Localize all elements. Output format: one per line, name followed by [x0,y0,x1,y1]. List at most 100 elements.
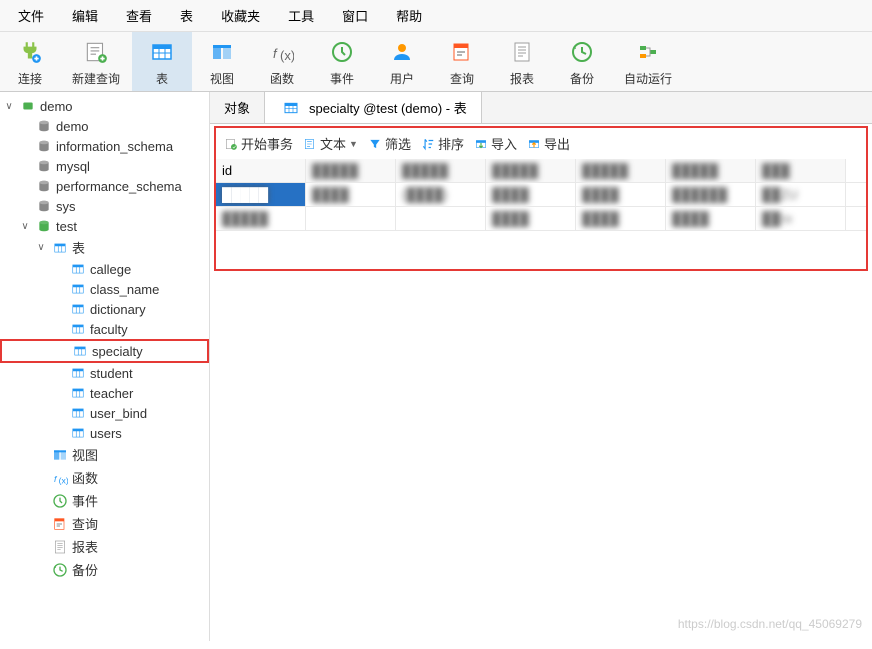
svg-text:f: f [273,46,278,61]
tblbtn-tx-icon[interactable]: 开始事务 [224,134,293,153]
tree-toggle[interactable]: ∨ [34,242,48,253]
toolbar-label: 报表 [510,70,534,87]
tree-specialty[interactable]: specialty [0,339,209,363]
tree-toggle[interactable]: ∨ [18,221,32,232]
col-header[interactable]: █████ [396,159,486,182]
view-icon [208,38,236,66]
tableitem-icon [70,321,86,337]
data-grid[interactable]: id█████████████████████████████████████(… [216,159,866,269]
menu-文件[interactable]: 文件 [4,2,58,29]
cell[interactable]: █████ [216,183,306,206]
tree-sys[interactable]: sys [0,196,209,216]
tree-label: callege [90,262,131,277]
toolbar-view-icon[interactable]: 视图 [192,32,252,91]
col-header[interactable]: █████ [666,159,756,182]
event-icon [52,493,68,509]
tree-函数[interactable]: f(x)函数 [0,466,209,489]
cell[interactable]: ████ [576,207,666,230]
menu-表[interactable]: 表 [166,2,207,29]
toolbar-event-icon[interactable]: 事件 [312,32,372,91]
toolbar-newquery-icon[interactable]: 新建查询 [60,32,132,91]
cell[interactable] [396,207,486,230]
toolbar-label: 视图 [210,70,234,87]
tree-student[interactable]: student [0,363,209,383]
tblbtn-export-icon[interactable]: 导出 [527,134,570,153]
tree-label: 备份 [72,560,98,579]
tree-报表[interactable]: 报表 [0,535,209,558]
tree-class_name[interactable]: class_name [0,279,209,299]
cell[interactable]: █████ [216,207,306,230]
menu-窗口[interactable]: 窗口 [328,2,382,29]
toolbar-label: 事件 [330,70,354,87]
tree-information_schema[interactable]: information_schema [0,136,209,156]
col-header[interactable]: ███ [756,159,846,182]
tblbtn-filter-icon[interactable]: 筛选 [368,134,411,153]
cell[interactable]: ████ [486,207,576,230]
tblbtn-sort-icon[interactable]: 排序 [421,134,464,153]
tblbtn-text-icon[interactable]: 文本 ▼ [303,134,358,153]
query-icon [448,38,476,66]
toolbar-label: 查询 [450,70,474,87]
tree-label: test [56,219,77,234]
autorun-icon [634,38,662,66]
tree-事件[interactable]: 事件 [0,489,209,512]
db-icon [36,158,52,174]
cell[interactable]: ████ [666,207,756,230]
tree-user_bind[interactable]: user_bind [0,403,209,423]
col-header[interactable]: █████ [486,159,576,182]
tab-对象[interactable]: 对象 [210,92,265,123]
tree-demo[interactable]: ∨demo [0,96,209,116]
tblbtn-import-icon[interactable]: 导入 [474,134,517,153]
tree-视图[interactable]: 视图 [0,443,209,466]
backup-icon [52,562,68,578]
tree-label: 事件 [72,491,98,510]
tab-label: 对象 [224,98,250,117]
tblbtn-label: 开始事务 [241,134,293,153]
toolbar-plug-icon[interactable]: 连接 [0,32,60,91]
cell[interactable]: ████ [306,183,396,206]
table-toolbar: 开始事务文本 ▼ 筛选排序导入导出 [216,128,866,159]
cell[interactable]: ████ [486,183,576,206]
menu-编辑[interactable]: 编辑 [58,2,112,29]
table-row[interactable]: █████████(████)████████████████ZU [216,183,866,207]
menu-工具[interactable]: 工具 [274,2,328,29]
cell[interactable]: ████ [576,183,666,206]
tree-demo[interactable]: demo [0,116,209,136]
menu-收藏夹[interactable]: 收藏夹 [207,2,274,29]
toolbar-function-icon[interactable]: f(x)函数 [252,32,312,91]
toolbar-table-icon[interactable]: 表 [132,32,192,91]
tree-查询[interactable]: 查询 [0,512,209,535]
tree-teacher[interactable]: teacher [0,383,209,403]
tab-specialty @test (demo) - 表[interactable]: specialty @test (demo) - 表 [265,92,482,123]
tree-mysql[interactable]: mysql [0,156,209,176]
tree-test[interactable]: ∨ test [0,216,209,236]
menu-查看[interactable]: 查看 [112,2,166,29]
table-row[interactable]: ███████████████████ro [216,207,866,231]
cell[interactable]: ██ZU [756,183,846,206]
col-header[interactable]: █████ [576,159,666,182]
tree-users[interactable]: users [0,423,209,443]
col-header[interactable]: █████ [306,159,396,182]
tree-toggle[interactable]: ∨ [2,101,16,112]
menu-帮助[interactable]: 帮助 [382,2,436,29]
cell[interactable] [306,207,396,230]
tree-备份[interactable]: 备份 [0,558,209,581]
view-icon [52,447,68,463]
cell[interactable]: ██████ [666,183,756,206]
tree-performance_schema[interactable]: performance_schema [0,176,209,196]
tableitem-icon [70,365,86,381]
import-icon [474,137,488,151]
tree-表[interactable]: ∨表 [0,236,209,259]
col-header[interactable]: id [216,159,306,182]
tree-callege[interactable]: callege [0,259,209,279]
tableitem-icon [70,425,86,441]
tree-faculty[interactable]: faculty [0,319,209,339]
toolbar-autorun-icon[interactable]: 自动运行 [612,32,684,91]
toolbar-user-icon[interactable]: 用户 [372,32,432,91]
tree-dictionary[interactable]: dictionary [0,299,209,319]
toolbar-query-icon[interactable]: 查询 [432,32,492,91]
toolbar-report-icon[interactable]: 报表 [492,32,552,91]
cell[interactable]: (████) [396,183,486,206]
toolbar-backup-icon[interactable]: 备份 [552,32,612,91]
cell[interactable]: ██ro [756,207,846,230]
